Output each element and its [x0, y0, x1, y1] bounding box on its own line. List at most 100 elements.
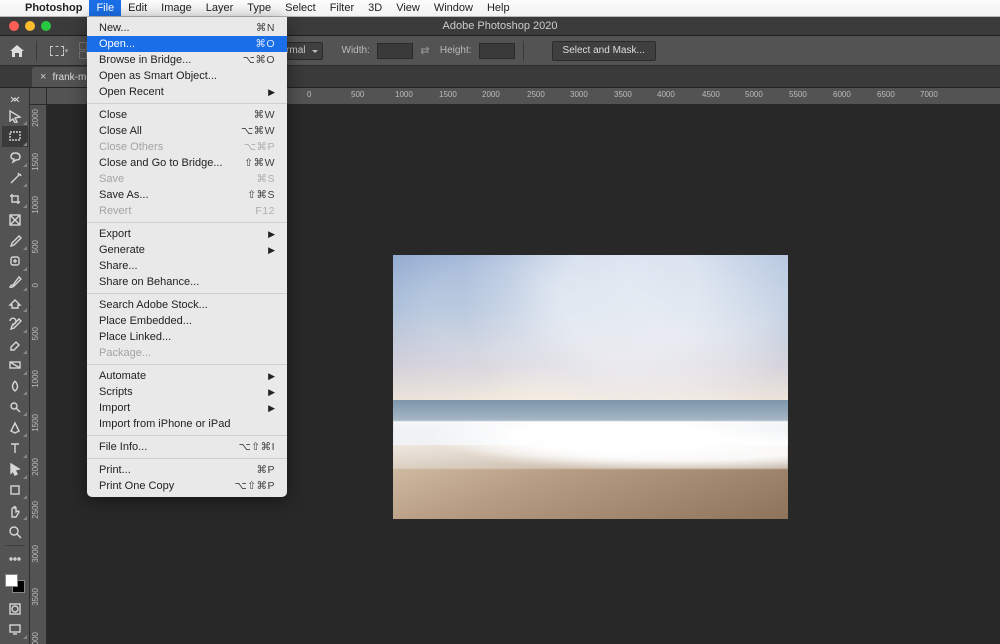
history-brush-tool[interactable]: [2, 313, 28, 334]
menubar-help[interactable]: Help: [480, 0, 517, 16]
menu-shortcut: ⌘N: [256, 22, 275, 34]
width-input[interactable]: [377, 43, 413, 59]
ruler-origin[interactable]: [30, 88, 47, 105]
menu-item-label: Scripts: [99, 386, 133, 398]
marquee-tool[interactable]: [2, 126, 28, 147]
menu-item-package: Package...: [87, 345, 287, 361]
menubar-image[interactable]: Image: [154, 0, 199, 16]
menu-separator: [87, 435, 287, 436]
lasso-tool[interactable]: [2, 147, 28, 168]
collapse-toolbar-icon[interactable]: [2, 92, 28, 105]
menu-item-print-one-copy[interactable]: Print One Copy⌥⇧⌘P: [87, 478, 287, 494]
marquee-icon[interactable]: ▾: [45, 40, 73, 62]
ruler-tick: 5500: [789, 90, 807, 99]
gradient-tool[interactable]: [2, 355, 28, 376]
menu-shortcut: ⌥⌘O: [243, 54, 275, 66]
menu-item-save-as[interactable]: Save As...⇧⌘S: [87, 187, 287, 203]
menu-item-close-and-go-to-bridge[interactable]: Close and Go to Bridge...⇧⌘W: [87, 155, 287, 171]
magic-wand-tool[interactable]: [2, 168, 28, 189]
menu-shortcut: ⇧⌘W: [244, 157, 275, 169]
brush-tool[interactable]: [2, 272, 28, 293]
menu-item-import-from-iphone-or-ipad[interactable]: Import from iPhone or iPad: [87, 416, 287, 432]
menu-item-close[interactable]: Close⌘W: [87, 107, 287, 123]
menu-item-label: Close Others: [99, 141, 163, 153]
dodge-tool[interactable]: [2, 396, 28, 417]
close-tab-icon[interactable]: ×: [40, 71, 46, 83]
swap-dimensions-icon[interactable]: ⇄: [417, 43, 433, 59]
menu-item-close-all[interactable]: Close All⌥⌘W: [87, 123, 287, 139]
menu-item-share-on-behance[interactable]: Share on Behance...: [87, 274, 287, 290]
menu-item-print[interactable]: Print...⌘P: [87, 462, 287, 478]
ruler-tick: 1000: [31, 370, 40, 388]
menu-shortcut: ⌘W: [254, 109, 275, 121]
menubar-layer[interactable]: Layer: [199, 0, 241, 16]
file-menu-dropdown: New...⌘NOpen...⌘OBrowse in Bridge...⌥⌘OO…: [87, 17, 287, 497]
healing-brush-tool[interactable]: [2, 251, 28, 272]
quick-mask-tool[interactable]: [2, 598, 28, 619]
menu-item-share[interactable]: Share...: [87, 258, 287, 274]
menubar-app[interactable]: Photoshop: [18, 0, 89, 16]
menu-item-search-adobe-stock[interactable]: Search Adobe Stock...: [87, 297, 287, 313]
menu-item-label: Open...: [99, 38, 135, 50]
menu-item-export[interactable]: Export▶: [87, 226, 287, 242]
menu-separator: [87, 222, 287, 223]
submenu-arrow-icon: ▶: [268, 87, 275, 98]
menu-item-open[interactable]: Open...⌘O: [87, 36, 287, 52]
menu-item-open-recent[interactable]: Open Recent▶: [87, 84, 287, 100]
menu-item-label: Place Embedded...: [99, 315, 192, 327]
height-input[interactable]: [479, 43, 515, 59]
color-swatch[interactable]: [5, 574, 25, 593]
ruler-tick: 7000: [920, 90, 938, 99]
menu-shortcut: F12: [255, 205, 275, 217]
document-canvas[interactable]: [393, 255, 788, 519]
menu-item-file-info[interactable]: File Info...⌥⇧⌘I: [87, 439, 287, 455]
submenu-arrow-icon: ▶: [268, 387, 275, 398]
menubar-3d[interactable]: 3D: [361, 0, 389, 16]
ruler-tick: 3000: [31, 545, 40, 563]
menubar-type[interactable]: Type: [240, 0, 278, 16]
hand-tool[interactable]: [2, 500, 28, 521]
crop-tool[interactable]: [2, 188, 28, 209]
ruler-tick: 2500: [31, 501, 40, 519]
blur-tool[interactable]: [2, 376, 28, 397]
select-and-mask-button[interactable]: Select and Mask...: [552, 41, 656, 61]
menu-item-open-as-smart-object[interactable]: Open as Smart Object...: [87, 68, 287, 84]
menu-item-new[interactable]: New...⌘N: [87, 20, 287, 36]
menu-item-place-embedded[interactable]: Place Embedded...: [87, 313, 287, 329]
shape-tool[interactable]: [2, 480, 28, 501]
move-tool[interactable]: [2, 105, 28, 126]
menubar-file[interactable]: File: [89, 0, 121, 16]
menu-item-label: Automate: [99, 370, 146, 382]
clone-stamp-tool[interactable]: [2, 292, 28, 313]
ruler-tick: 1500: [31, 153, 40, 171]
menubar-window[interactable]: Window: [427, 0, 480, 16]
menu-item-place-linked[interactable]: Place Linked...: [87, 329, 287, 345]
menu-item-generate[interactable]: Generate▶: [87, 242, 287, 258]
menu-item-label: Revert: [99, 205, 131, 217]
eraser-tool[interactable]: [2, 334, 28, 355]
edit-toolbar-tool[interactable]: [2, 549, 28, 570]
menu-item-scripts[interactable]: Scripts ▶: [87, 384, 287, 400]
submenu-arrow-icon: ▶: [268, 403, 275, 414]
tools-panel: [0, 88, 30, 644]
screen-mode-tool[interactable]: [2, 619, 28, 640]
menu-item-automate[interactable]: Automate ▶: [87, 368, 287, 384]
pen-tool[interactable]: [2, 417, 28, 438]
menubar-view[interactable]: View: [389, 0, 427, 16]
vertical-ruler[interactable]: 2000150010005000500100015002000250030003…: [30, 105, 47, 644]
home-button[interactable]: [6, 40, 28, 62]
menubar-select[interactable]: Select: [278, 0, 323, 16]
ruler-tick: 6500: [877, 90, 895, 99]
menu-item-browse-in-bridge[interactable]: Browse in Bridge...⌥⌘O: [87, 52, 287, 68]
menubar-edit[interactable]: Edit: [121, 0, 154, 16]
frame-tool[interactable]: [2, 209, 28, 230]
menu-separator: [87, 293, 287, 294]
menubar-filter[interactable]: Filter: [323, 0, 361, 16]
menu-item-import[interactable]: Import▶: [87, 400, 287, 416]
eyedropper-tool[interactable]: [2, 230, 28, 251]
type-tool[interactable]: [2, 438, 28, 459]
path-select-tool[interactable]: [2, 459, 28, 480]
foreground-color-swatch[interactable]: [5, 574, 18, 587]
zoom-tool[interactable]: [2, 521, 28, 542]
submenu-arrow-icon: ▶: [268, 371, 275, 382]
